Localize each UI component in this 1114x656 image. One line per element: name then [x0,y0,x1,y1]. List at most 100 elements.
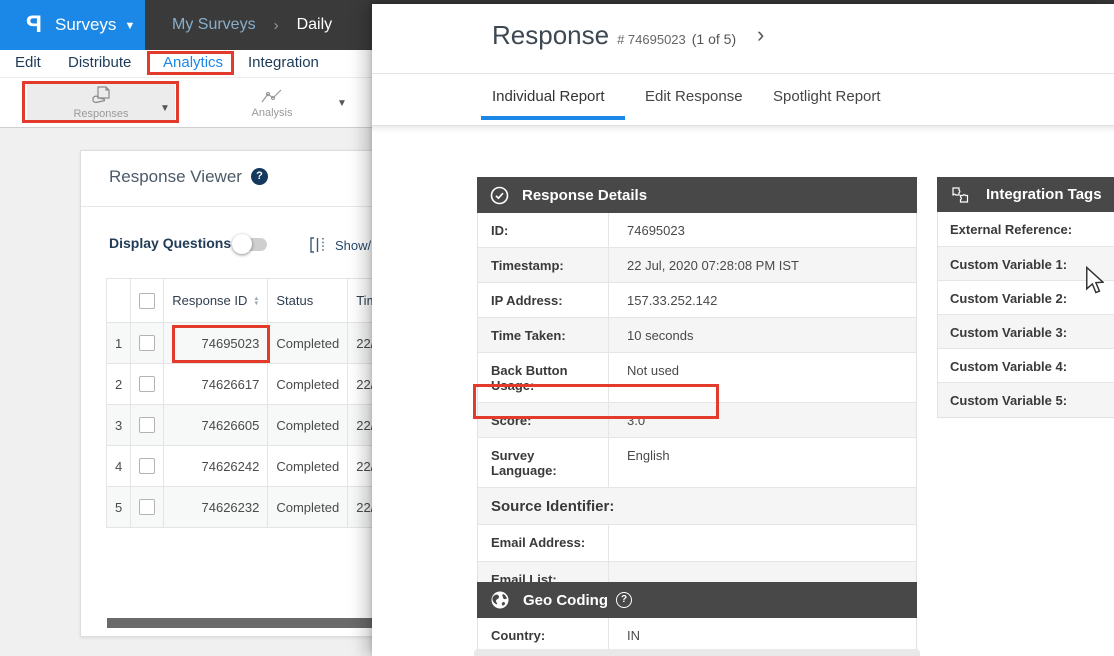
nav-tab-edit[interactable]: Edit [15,54,41,71]
response-viewer-card: Response Viewer ? Display Questions Show… [80,150,380,637]
surveys-menu[interactable]: P Surveys ▼ [0,0,145,50]
tab-edit-response[interactable]: Edit Response [645,88,743,105]
divider [81,206,379,207]
questionpro-logo-icon: P [26,11,42,39]
integration-label: Custom Variable 3: [938,315,1075,348]
row-checkbox[interactable] [139,417,155,433]
status-cell: Completed [268,405,348,446]
puzzle-icon [950,185,970,205]
detail-value: 74695023 [609,213,693,247]
section-title: Geo Coding [523,592,608,609]
row-checkbox[interactable] [139,376,155,392]
nav-tab-integration[interactable]: Integration [248,54,319,71]
detail-label: ID: [478,213,609,247]
next-response-chevron-icon[interactable]: › [757,22,764,48]
responses-table: Response ID▲▼ Status Tim 1 74695023 Comp… [106,278,380,528]
response-detail-panel: Response # 74695023 (1 of 5) › Individua… [372,4,1114,656]
geo-help-icon[interactable]: ? [616,592,632,608]
response-id-link[interactable]: 74626617 [164,364,268,405]
geo-coding-section: Geo Coding ? Country: IN [477,582,917,653]
chevron-down-icon: ▼ [124,20,135,32]
detail-row: Email Address: [478,525,916,562]
detail-value: 10 seconds [609,318,702,352]
response-id-link[interactable]: 74626605 [164,405,268,446]
row-number-header [107,279,131,323]
mouse-cursor [1085,266,1104,294]
response-ref-number: # 74695023 [617,32,686,47]
annotation-box-responses [22,81,179,123]
shadow [372,126,1114,133]
row-checkbox-cell [131,405,164,446]
select-all-checkbox[interactable] [139,293,155,309]
row-checkbox[interactable] [139,499,155,515]
app-window: P Surveys ▼ My Surveys › Daily Edit Dist… [0,0,1114,656]
show-hide-columns-icon [309,236,327,254]
show-hide-columns-control[interactable]: Show/H [309,236,380,254]
active-tab-underline [481,116,625,120]
response-id-link[interactable]: 74626242 [164,446,268,487]
integration-label: Custom Variable 4: [938,349,1075,382]
integration-row: External Reference: [938,212,1114,247]
section-title: Integration Tags [986,186,1102,203]
integration-row: Custom Variable 3: [938,315,1114,349]
detail-label: Survey Language: [478,438,609,487]
row-checkbox-cell [131,446,164,487]
display-questions-toggle[interactable] [235,238,267,251]
row-number: 1 [107,323,131,364]
analysis-dropdown-caret-icon[interactable]: ▼ [337,98,347,109]
response-id-link[interactable]: 74626232 [164,487,268,528]
detail-label: Time Taken: [478,318,609,352]
sort-icon[interactable]: ▲▼ [253,297,259,307]
table-row: 3 74626605 Completed 22/ [107,405,381,446]
breadcrumb-my-surveys[interactable]: My Surveys [172,16,256,34]
detail-value: 22 Jul, 2020 07:28:08 PM IST [609,248,807,282]
table-row: 2 74626617 Completed 22/ [107,364,381,405]
breadcrumb-separator-icon: › [274,17,279,34]
row-checkbox[interactable] [139,458,155,474]
status-cell: Completed [268,487,348,528]
analysis-icon [260,87,284,105]
detail-row: IP Address: 157.33.252.142 [478,283,916,318]
annotation-box-analytics [147,51,234,75]
status-header: Status [268,279,348,323]
help-icon[interactable]: ? [251,168,268,185]
integration-label: Custom Variable 5: [938,383,1075,417]
integration-row: Custom Variable 5: [938,383,1114,417]
detail-label: Timestamp: [478,248,609,282]
integration-tags-section: Integration Tags External Reference: Cus… [937,177,1114,418]
integration-label: Custom Variable 2: [938,281,1075,314]
table-header-row: Response ID▲▼ Status Tim [107,279,381,323]
response-id-header[interactable]: Response ID▲▼ [164,279,268,323]
annotation-box-response-id [172,325,270,363]
check-circle-icon [490,186,509,205]
table-row: 5 74626232 Completed 22/ [107,487,381,528]
tab-spotlight-report[interactable]: Spotlight Report [773,88,881,105]
row-number: 3 [107,405,131,446]
nav-tab-distribute[interactable]: Distribute [68,54,131,71]
detail-label: Email Address: [478,525,609,561]
status-cell: Completed [268,364,348,405]
detail-row: Time Taken: 10 seconds [478,318,916,353]
row-checkbox-cell [131,323,164,364]
section-title: Response Details [522,187,647,204]
table-row: 4 74626242 Completed 22/ [107,446,381,487]
breadcrumb-daily[interactable]: Daily [297,16,333,34]
detail-row: ID: 74695023 [478,213,916,248]
tab-individual-report[interactable]: Individual Report [492,88,605,105]
row-number: 4 [107,446,131,487]
response-position: (1 of 5) [692,31,736,47]
horizontal-scrollbar-thumb[interactable] [107,618,380,628]
toggle-knob[interactable] [232,234,252,254]
breadcrumb: My Surveys › Daily [145,0,332,50]
row-checkbox[interactable] [139,335,155,351]
detail-value: English [609,438,678,487]
detail-row: Timestamp: 22 Jul, 2020 07:28:08 PM IST [478,248,916,283]
select-all-header [131,279,164,323]
detail-row: Country: IN [478,618,916,652]
annotation-box-score [473,384,719,419]
analysis-button-label: Analysis [252,107,293,119]
surveys-menu-label: Surveys [55,15,116,35]
detail-row: Survey Language: English [478,438,916,488]
detail-label: Source Identifier: [478,488,622,524]
analysis-button[interactable]: Analysis [230,83,314,123]
